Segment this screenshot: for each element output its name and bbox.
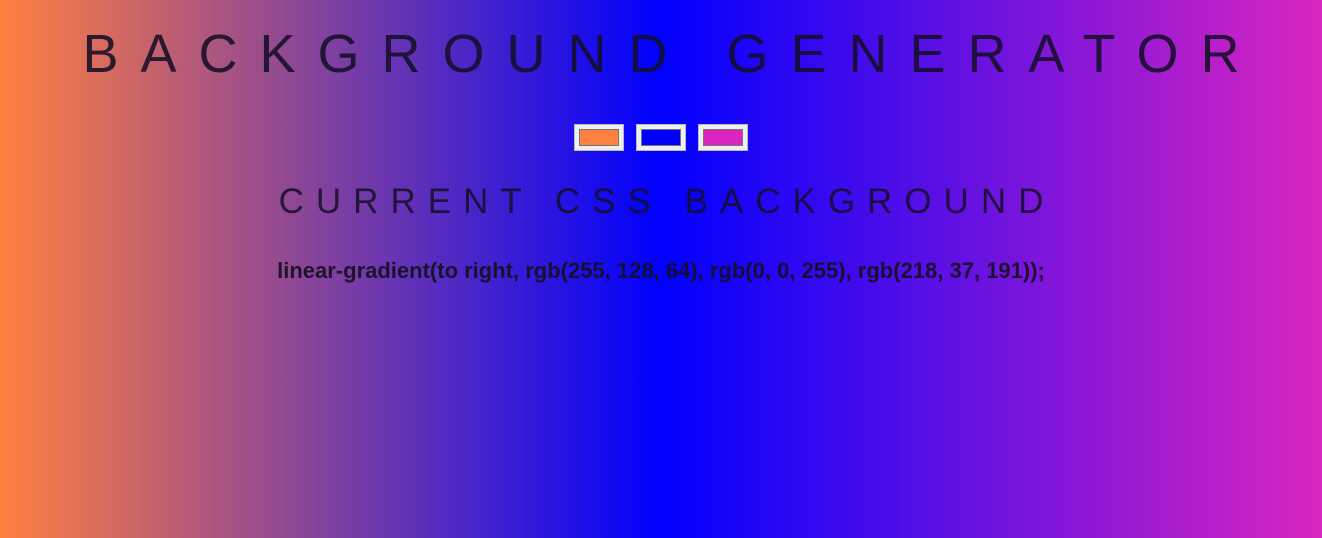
css-background-output: linear-gradient(to right, rgb(255, 128, …: [277, 258, 1045, 283]
color-picker-group: [0, 124, 1322, 151]
page-title: BACKGROUND GENERATOR: [82, 24, 1262, 84]
color-picker-3[interactable]: [698, 124, 748, 151]
color-picker-2[interactable]: [636, 124, 686, 151]
color-swatch-3: [703, 129, 743, 146]
section-subtitle: CURRENT CSS BACKGROUND: [278, 182, 1056, 221]
color-swatch-2: [641, 129, 681, 146]
color-picker-1[interactable]: [574, 124, 624, 151]
color-swatch-1: [579, 129, 619, 146]
